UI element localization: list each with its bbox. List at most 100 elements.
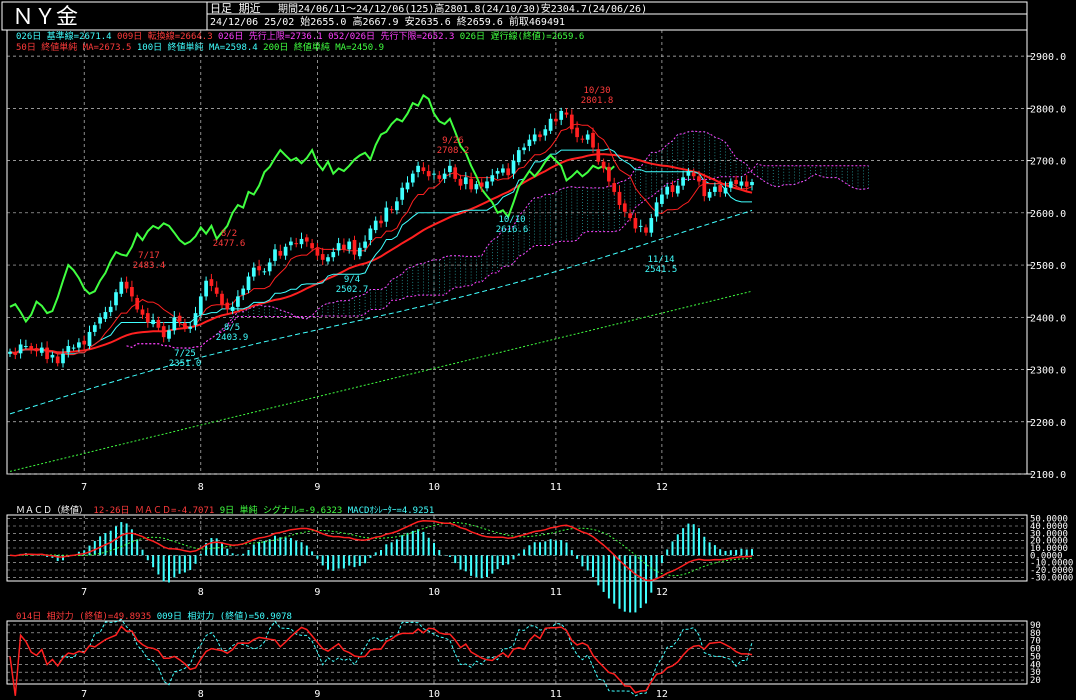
candle-up [172, 317, 177, 331]
candle-down [342, 244, 346, 250]
candle-up [400, 187, 405, 200]
annotation-date: 10/10 [498, 215, 525, 225]
candle-down [617, 191, 622, 205]
candle-up [723, 187, 728, 194]
month-label: 12 [656, 482, 668, 493]
annotation-date: 8/2 [221, 229, 237, 239]
annotation-date: 9/4 [344, 275, 360, 285]
candle-down [628, 213, 632, 219]
candle-up [289, 241, 293, 246]
candle-up [728, 181, 733, 188]
legend-entry: 12-26日 ＭＡＣＤ=-4.7071 [88, 505, 214, 516]
candle-up [66, 346, 71, 353]
candle-up [527, 139, 532, 146]
legend-entry: 026日 基準線=2671.4 [16, 30, 112, 42]
period-info: 期間24/06/11～24/12/06(125)高2801.8(24/10/30… [278, 2, 647, 15]
macd-tick-label: -30.0000 [1030, 573, 1073, 583]
candle-down [569, 114, 574, 130]
candle-up [363, 241, 367, 248]
candle-up [543, 129, 548, 136]
candle-down [601, 161, 606, 169]
candle-up [8, 351, 12, 354]
price-panel-frame [6, 29, 1028, 475]
candle-up [103, 312, 108, 319]
candle-down [177, 315, 182, 322]
annotation-date: 9/26 [442, 136, 464, 146]
annotation-date: 10/30 [583, 86, 610, 96]
candle-down [82, 340, 87, 345]
month-label: 8 [198, 587, 204, 598]
candle-down [734, 179, 738, 185]
candle-up [24, 346, 28, 348]
candle-down [140, 309, 145, 315]
candle-up [463, 177, 468, 185]
price-tick-label: 2500.0 [1030, 261, 1066, 272]
rsi14-line [9, 625, 753, 696]
candle-up [167, 330, 171, 339]
candle-down [214, 287, 219, 294]
candle-down [554, 118, 558, 122]
candle-up [299, 238, 304, 245]
price-tick-label: 2200.0 [1030, 418, 1066, 429]
month-label: 9 [314, 689, 320, 700]
candle-up [198, 296, 203, 315]
candle-up [405, 182, 410, 190]
candle-down [591, 132, 595, 148]
candle-down [34, 348, 39, 352]
candle-down [469, 178, 473, 190]
candle-down [607, 166, 611, 182]
price-tick-label: 2700.0 [1030, 157, 1066, 168]
price-tick-label: 2900.0 [1030, 52, 1066, 63]
candle-down [55, 356, 60, 364]
candle-down [310, 243, 314, 249]
candle-down [697, 176, 701, 182]
ma200-line [9, 290, 753, 472]
candle-up [395, 201, 399, 211]
candle-down [622, 203, 627, 212]
candle-down [161, 326, 166, 338]
candle-up [432, 173, 436, 175]
candle-up [108, 306, 113, 313]
month-label: 11 [550, 482, 562, 493]
candle-down [145, 313, 150, 323]
candle-up [490, 175, 495, 182]
legend-entry: 026日 先行上限=2736.1 [213, 30, 323, 42]
candle-up [61, 353, 65, 364]
month-label: 11 [550, 587, 562, 598]
candle-down [294, 243, 299, 245]
candle-down [580, 138, 585, 140]
month-label: 9 [314, 482, 320, 493]
rsi-legend: 014日 相対力 (終値)=49.8935 009日 相対力 (終値)=50.9… [16, 610, 292, 622]
candle-up [681, 177, 685, 186]
legend-entry: 009日 相対力 (終値)=50.9078 [151, 610, 292, 622]
candle-up [665, 186, 670, 195]
candle-up [151, 319, 155, 325]
candle-down [389, 209, 394, 211]
candle-up [675, 185, 680, 194]
candle-down [612, 183, 617, 192]
candle-down [479, 182, 484, 187]
candle-down [453, 167, 458, 179]
annotation-price: 2403.9 [216, 333, 249, 343]
candle-up [119, 281, 124, 294]
candle-up [707, 191, 712, 198]
candle-up [474, 184, 479, 190]
legend-entry: 9日 単純 シグナル=-9.6323 [214, 504, 342, 516]
annotation-date: 7/25 [174, 349, 196, 359]
price-tick-label: 2100.0 [1030, 470, 1066, 481]
candle-up [750, 182, 754, 186]
month-label: 8 [198, 689, 204, 700]
candle-up [230, 306, 235, 312]
candle-down [744, 181, 749, 187]
candle-down [130, 286, 134, 297]
chart-canvas: ＮＹ金 日足 期近 期間24/06/11～24/12/06(125)高2801.… [1, 1, 1073, 700]
candle-down [426, 171, 431, 177]
candle-down [352, 239, 357, 255]
price-annotations: 10/302801.8 9/262708.2 7/172483.4 8/22477.6… [133, 86, 678, 369]
tenkan-line [9, 123, 753, 356]
candle-down [13, 351, 18, 355]
candle-down [225, 302, 230, 310]
annotation-date: 7/17 [138, 251, 160, 261]
macd-panel [9, 520, 753, 613]
candle-up [114, 292, 118, 306]
